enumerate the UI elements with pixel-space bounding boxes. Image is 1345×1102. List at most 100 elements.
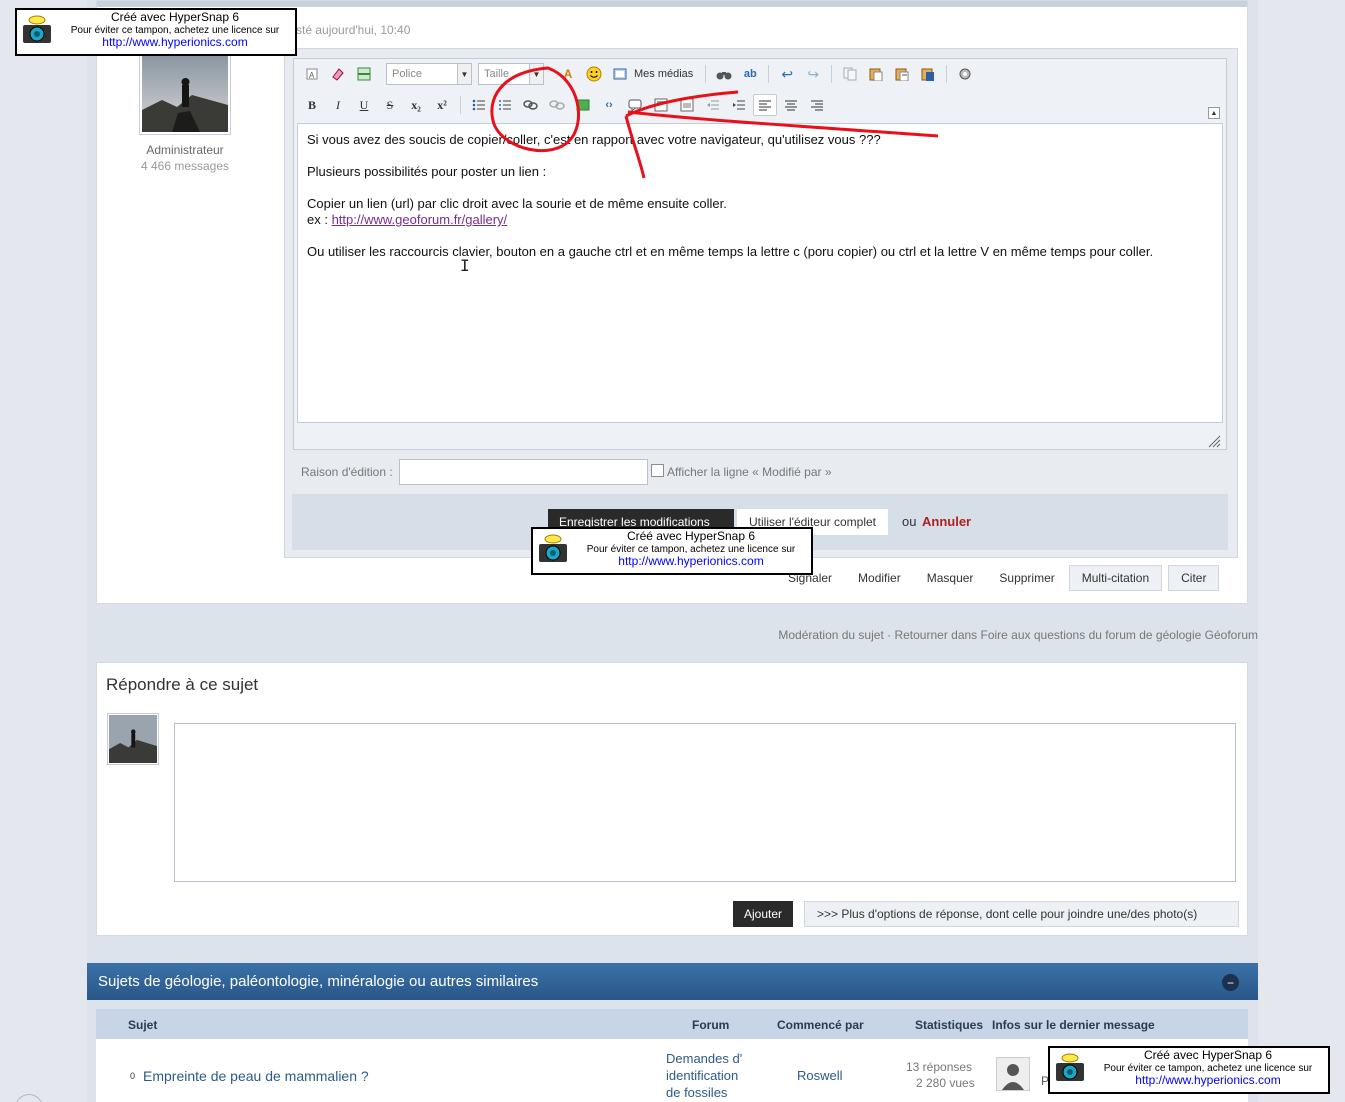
toolbar-separator <box>705 65 707 83</box>
column-stats: Statistiques <box>915 1018 984 1032</box>
delete-button[interactable]: Supprimer <box>987 565 1067 591</box>
collapse-toolbar-icon[interactable]: ▲ <box>1208 107 1220 119</box>
media-icon[interactable] <box>608 63 632 85</box>
superscript-button[interactable]: x² <box>430 94 454 116</box>
hide-button[interactable]: Masquer <box>914 565 986 591</box>
editor-line: Ou utiliser les raccourcis clavier, bout… <box>307 244 1154 259</box>
editor-line: Plusieurs possibilités pour poster un li… <box>307 164 547 179</box>
resize-handle-icon[interactable] <box>1207 434 1221 448</box>
replace-icon[interactable]: ab <box>738 63 762 85</box>
paste-word-icon[interactable] <box>916 63 940 85</box>
cancel-link[interactable]: Annuler <box>922 514 971 529</box>
code-icon[interactable]: ‹› <box>597 94 621 116</box>
unlink-icon[interactable] <box>545 94 569 116</box>
watermark-line: Créé avec HyperSnap 6 <box>110 10 240 24</box>
smiley-icon[interactable] <box>582 63 606 85</box>
moderation-link[interactable]: Modération du sujet <box>778 628 883 642</box>
svg-text:A: A <box>309 71 315 80</box>
align-left-icon[interactable] <box>753 94 777 116</box>
editor-line: Si vous avez des soucis de copier/coller… <box>307 132 881 147</box>
topic-forum-link[interactable]: Demandes d' identification de fossiles <box>666 1050 742 1101</box>
copy-icon[interactable] <box>838 63 862 85</box>
underline-button[interactable]: U <box>352 94 376 116</box>
post-date: sté aujourd'hui, 10:40 <box>296 23 411 37</box>
toolbar-separator <box>460 96 461 114</box>
eraser-icon[interactable] <box>326 63 350 85</box>
remove-format-icon[interactable]: A <box>300 63 324 85</box>
toolbar-row-2: B I U S x₂ x² ‹› <box>300 94 829 116</box>
toolbar-row-1: A Police ▼ Taille ▼ A Mes médias ab ↩ ↪ <box>300 63 977 85</box>
italic-button[interactable]: I <box>326 94 350 116</box>
author-message-count: 4 466 messages <box>140 159 230 173</box>
align-right-icon[interactable] <box>805 94 829 116</box>
show-modified-label: Afficher la ligne « Modifié par » <box>667 465 832 479</box>
my-media-button[interactable]: Mes médias <box>634 68 693 80</box>
quote-button[interactable]: Citer <box>1168 565 1220 591</box>
column-subject: Sujet <box>128 1018 158 1032</box>
show-modified-checkbox[interactable] <box>651 464 664 477</box>
horizontal-rule-icon[interactable] <box>352 63 376 85</box>
chevron-down-icon: ▼ <box>529 64 543 84</box>
subscript-button[interactable]: x₂ <box>404 94 428 116</box>
back-to-forum-link[interactable]: Retourner dans Foire aux questions du fo… <box>894 628 1258 642</box>
toolbar-separator <box>831 65 833 83</box>
watermark-link: http://www.hyperionics.com <box>102 35 248 50</box>
indent-icon[interactable] <box>727 94 751 116</box>
bold-button[interactable]: B <box>300 94 324 116</box>
scroll-top-icon[interactable] <box>15 1094 43 1102</box>
outdent-icon[interactable] <box>701 94 725 116</box>
topic-links: Modération du sujet · Retourner dans Foi… <box>778 628 1258 642</box>
watermark-link: http://www.hyperionics.com <box>1135 1073 1281 1088</box>
paste-text-icon[interactable] <box>890 63 914 85</box>
author-role: Administrateur <box>146 143 224 157</box>
topic-status-icon: 0 <box>130 1071 136 1081</box>
source-settings-icon[interactable] <box>953 63 977 85</box>
topic-author-link[interactable]: Roswell <box>797 1068 843 1083</box>
link-icon[interactable] <box>519 94 543 116</box>
collapse-section-icon[interactable]: − <box>1222 974 1239 991</box>
editor-link[interactable]: http://www.geoforum.fr/gallery/ <box>332 212 508 227</box>
more-reply-options-button[interactable]: >>> Plus d'options de réponse, dont cell… <box>804 901 1239 927</box>
camera-icon <box>539 534 567 562</box>
numbered-list-icon[interactable] <box>493 94 517 116</box>
undo-icon[interactable]: ↩ <box>775 63 799 85</box>
edit-reason-input[interactable] <box>399 459 648 485</box>
image-icon[interactable] <box>571 94 595 116</box>
font-size-select[interactable]: Taille ▼ <box>478 63 544 85</box>
or-label: ou <box>902 514 917 529</box>
toolbar-separator <box>768 65 770 83</box>
spoiler-icon[interactable] <box>649 94 673 116</box>
editor-line: Copier un lien (url) par clic droit avec… <box>307 196 727 211</box>
edit-reason-label: Raison d'édition : <box>301 465 393 479</box>
strikethrough-button[interactable]: S <box>378 94 402 116</box>
paste-icon[interactable] <box>864 63 888 85</box>
author-avatar[interactable] <box>139 52 231 135</box>
quote-icon[interactable] <box>623 94 647 116</box>
editor-content[interactable]: Si vous avez des soucis de copier/coller… <box>297 123 1223 423</box>
font-family-label: Police <box>392 68 422 80</box>
column-started-by: Commencé par <box>777 1018 864 1032</box>
special-char-icon[interactable] <box>675 94 699 116</box>
multiquote-button[interactable]: Multi-citation <box>1068 565 1163 591</box>
last-poster-avatar[interactable] <box>996 1057 1030 1091</box>
watermark-stamp: Créé avec HyperSnap 6 Pour éviter ce tam… <box>531 527 813 575</box>
column-forum: Forum <box>692 1018 730 1032</box>
topic-title-link[interactable]: Empreinte de peau de mammalien ? <box>143 1068 369 1084</box>
toolbar-separator <box>946 65 948 83</box>
reply-title: Répondre à ce sujet <box>106 675 259 694</box>
reply-textarea[interactable] <box>174 723 1236 882</box>
bulleted-list-icon[interactable] <box>467 94 491 116</box>
camera-icon <box>1056 1053 1084 1081</box>
align-center-icon[interactable] <box>779 94 803 116</box>
topic-replies: 13 réponses <box>906 1060 973 1074</box>
edit-button[interactable]: Modifier <box>846 565 913 591</box>
add-reply-button[interactable]: Ajouter <box>733 901 794 927</box>
binoculars-icon[interactable] <box>712 63 736 85</box>
watermark-stamp: Créé avec HyperSnap 6 Pour éviter ce tam… <box>15 8 297 56</box>
font-family-select[interactable]: Police ▼ <box>386 63 472 85</box>
forum-line: de fossiles <box>666 1085 728 1100</box>
chevron-down-icon: ▼ <box>457 64 471 84</box>
link-separator: · <box>883 628 895 642</box>
text-color-icon[interactable]: A <box>556 63 580 85</box>
redo-icon[interactable]: ↪ <box>801 63 825 85</box>
